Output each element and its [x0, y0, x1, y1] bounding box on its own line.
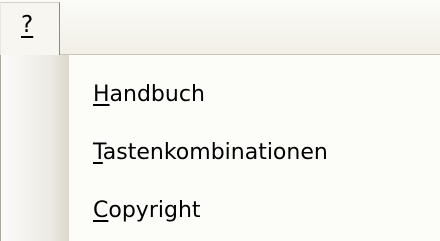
menu-item-label-rest: andbuch	[109, 82, 205, 107]
mnemonic-letter: C	[93, 198, 109, 223]
menu-item-label: Copyright	[93, 197, 201, 225]
menu-bar: ?	[0, 0, 440, 55]
help-dropdown-menu: Handbuch Tastenkombinationen Copyright	[0, 55, 440, 241]
menu-item-label-rest: opyright	[108, 198, 201, 223]
menu-icon-gutter	[1, 55, 69, 241]
menu-item-copyright[interactable]: Copyright	[69, 184, 440, 241]
application-window: ? Handbuch Tastenkombinationen Copyright	[0, 0, 440, 241]
menu-item-label: Tastenkombinationen	[93, 139, 328, 167]
menu-item-tastenkombinationen[interactable]: Tastenkombinationen	[69, 126, 440, 184]
menu-item-label-rest: astenkombinationen	[102, 140, 328, 165]
mnemonic-letter: T	[93, 140, 103, 165]
help-menu-label: ?	[21, 12, 34, 38]
mnemonic-letter: H	[93, 82, 110, 107]
menu-item-handbuch[interactable]: Handbuch	[69, 68, 440, 126]
menu-item-label: Handbuch	[93, 81, 205, 109]
help-menu[interactable]: ?	[0, 2, 60, 55]
